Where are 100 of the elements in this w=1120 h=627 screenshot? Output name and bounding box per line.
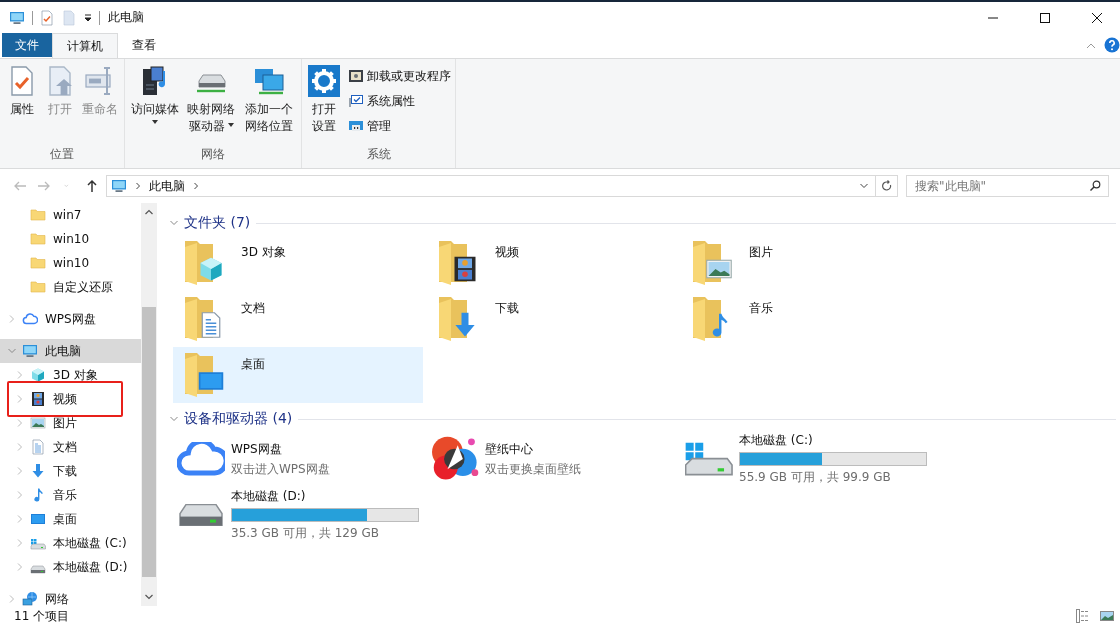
- folder-item[interactable]: 桌面: [173, 347, 423, 403]
- expand-chevron-icon[interactable]: [16, 395, 24, 403]
- expand-chevron-icon[interactable]: [16, 371, 24, 379]
- up-arrow-icon: [85, 179, 99, 193]
- folder-icon: [30, 255, 46, 271]
- tree-item[interactable]: 本地磁盘 (D:): [0, 555, 141, 579]
- folder-item[interactable]: 下载: [427, 291, 677, 347]
- wallpaper-app-icon: [431, 435, 479, 483]
- ribbon-button[interactable]: 访问媒体: [129, 65, 181, 127]
- computer-icon: [22, 343, 38, 359]
- tree-item[interactable]: 3D 对象: [0, 363, 141, 387]
- ribbon-button[interactable]: 打开设置: [306, 65, 342, 135]
- tree-item[interactable]: 音乐: [0, 483, 141, 507]
- ribbon-small-button[interactable]: 系统属性: [348, 90, 451, 112]
- folder-icon: [30, 231, 46, 247]
- ribbon-button[interactable]: 属性: [4, 65, 40, 118]
- device-item[interactable]: 壁纸中心 双击更换桌面壁纸: [427, 431, 681, 487]
- ribbon-group-label: 网络: [200, 146, 226, 163]
- device-name: WPS网盘: [231, 440, 283, 458]
- cloud-icon: [22, 311, 38, 327]
- section-header[interactable]: 设备和驱动器 (4): [184, 410, 293, 428]
- cube-icon: [30, 367, 46, 383]
- tree-item[interactable]: 本地磁盘 (C:): [0, 531, 141, 555]
- tree-item[interactable]: 文档: [0, 435, 141, 459]
- drive-icon: [177, 503, 225, 527]
- free-space-text: 35.3 GB 可用，共 129 GB: [231, 525, 380, 542]
- expand-chevron-icon[interactable]: [16, 419, 24, 427]
- tree-item[interactable]: WPS网盘: [0, 307, 141, 331]
- device-name: 壁纸中心: [485, 440, 534, 458]
- ribbon-tab[interactable]: 查看: [118, 33, 170, 58]
- tree-item[interactable]: 此电脑: [0, 339, 141, 363]
- tree-item[interactable]: 自定义还原: [0, 275, 141, 299]
- forward-arrow-icon: [37, 179, 51, 193]
- cloud-icon: [177, 442, 225, 476]
- tree-item[interactable]: 下载: [0, 459, 141, 483]
- properties-icon[interactable]: [39, 9, 55, 26]
- tree-item[interactable]: win10: [0, 227, 141, 251]
- expand-chevron-icon[interactable]: [8, 315, 16, 323]
- tree-item[interactable]: win7: [0, 203, 141, 227]
- device-item[interactable]: WPS网盘 双击进入WPS网盘: [173, 431, 427, 487]
- windows-drive-icon: [685, 442, 733, 476]
- ribbon-group-label: 位置: [49, 146, 75, 163]
- collapse-chevron-icon[interactable]: [8, 347, 16, 355]
- customize-dropdown-icon[interactable]: [83, 12, 93, 23]
- network-icon: [22, 591, 38, 607]
- folder-icon: [30, 207, 46, 223]
- expand-chevron-icon[interactable]: [16, 467, 24, 475]
- manage-icon: [348, 118, 364, 134]
- ribbon-small-button[interactable]: 卸载或更改程序: [348, 65, 451, 87]
- expand-chevron-icon[interactable]: [16, 539, 24, 547]
- file-menu-tab[interactable]: 文件: [2, 33, 52, 57]
- tree-item[interactable]: 视频: [0, 387, 141, 411]
- window-title: 此电脑: [108, 9, 144, 26]
- tree-item[interactable]: 桌面: [0, 507, 141, 531]
- ribbon-button[interactable]: 映射网络驱动器: [183, 65, 239, 135]
- film-icon: [30, 391, 46, 407]
- picture-icon: [30, 415, 46, 431]
- expand-chevron-icon[interactable]: [16, 563, 24, 571]
- breadcrumb-chevron-icon[interactable]: [135, 182, 141, 190]
- refresh-button[interactable]: [876, 175, 898, 197]
- breadcrumb-chevron-icon[interactable]: [193, 182, 199, 190]
- folder-item[interactable]: 音乐: [681, 291, 931, 347]
- settings-icon: [308, 65, 340, 97]
- collapse-chevron-icon[interactable]: [170, 415, 178, 423]
- folder-item[interactable]: 图片: [681, 235, 931, 291]
- maximize-icon: [1039, 11, 1051, 24]
- ribbon-small-button[interactable]: 管理: [348, 115, 451, 137]
- address-field[interactable]: 此电脑: [106, 175, 876, 197]
- scrollbar[interactable]: [141, 203, 157, 606]
- expand-chevron-icon[interactable]: [16, 443, 24, 451]
- device-item[interactable]: 本地磁盘 (D:) 35.3 GB 可用，共 129 GB: [173, 487, 427, 543]
- folder-item[interactable]: 视频: [427, 235, 677, 291]
- device-name: 本地磁盘 (C:): [739, 432, 814, 449]
- search-field[interactable]: 搜索"此电脑": [906, 175, 1109, 197]
- expand-chevron-icon[interactable]: [16, 491, 24, 499]
- breadcrumb-item[interactable]: 此电脑: [149, 177, 185, 195]
- device-item[interactable]: 本地磁盘 (C:) 55.9 GB 可用，共 99.9 GB: [681, 431, 935, 487]
- expand-chevron-icon[interactable]: [16, 515, 24, 523]
- refresh-icon: [880, 180, 893, 192]
- back-arrow-icon: [13, 179, 27, 193]
- collapse-chevron-icon[interactable]: [170, 219, 178, 227]
- ribbon-button[interactable]: 添加一个网络位置: [241, 65, 297, 135]
- search-icon[interactable]: [1089, 180, 1101, 192]
- system-properties-icon: [348, 93, 364, 109]
- uninstall-icon: [348, 68, 364, 84]
- device-description: 双击更换桌面壁纸: [485, 460, 581, 478]
- ribbon-tab[interactable]: 计算机: [52, 33, 118, 58]
- tree-item[interactable]: 图片: [0, 411, 141, 435]
- folder-icon: [30, 279, 46, 295]
- collapse-ribbon-icon[interactable]: [1086, 42, 1096, 50]
- computer-icon: [111, 178, 127, 194]
- folder-item[interactable]: 文档: [173, 291, 423, 347]
- computer-icon: [8, 9, 26, 26]
- address-dropdown-icon[interactable]: [859, 182, 869, 190]
- help-icon[interactable]: [1104, 37, 1120, 53]
- expand-chevron-icon[interactable]: [8, 595, 16, 603]
- folder-item[interactable]: 3D 对象: [173, 235, 423, 291]
- section-header[interactable]: 文件夹 (7): [184, 214, 251, 232]
- tree-item[interactable]: win10: [0, 251, 141, 275]
- download-arrow-icon: [30, 463, 46, 479]
